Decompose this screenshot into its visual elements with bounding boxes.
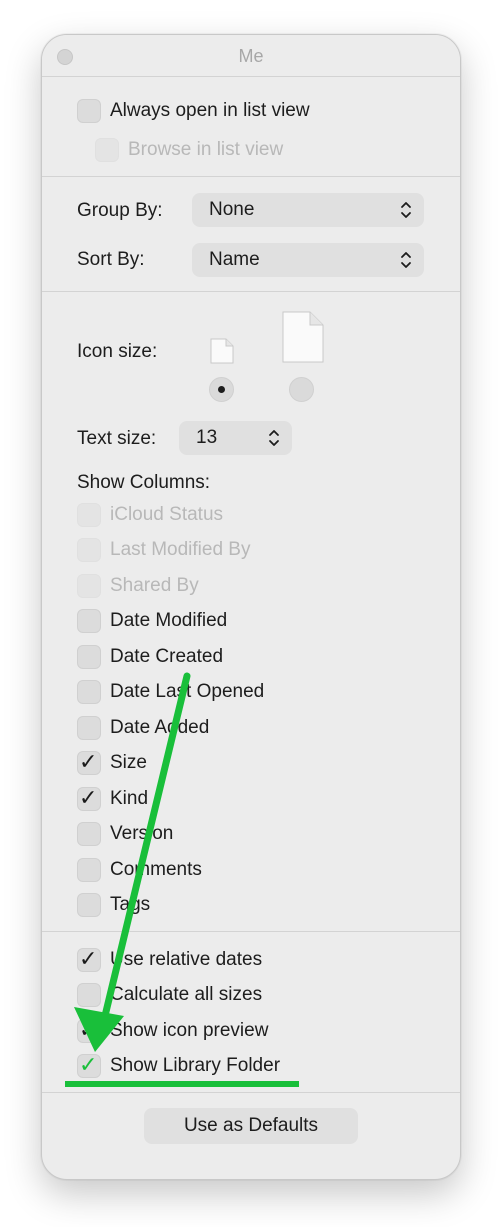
checkbox-box[interactable] [77, 503, 101, 527]
checkbox-label: Date Modified [110, 610, 228, 631]
checkbox-label: Show Library Folder [110, 1055, 281, 1076]
column-date-modified-checkbox[interactable]: Date Modified [77, 608, 227, 634]
show-columns-heading: Show Columns: [77, 472, 211, 493]
checkbox-label: Date Added [110, 717, 210, 738]
text-size-label: Text size: [77, 428, 157, 449]
sort-by-value: Name [209, 249, 260, 270]
view-options-window: Me Always open in list view Browse in li… [41, 34, 461, 1180]
column-date-created-checkbox[interactable]: Date Created [77, 644, 223, 670]
divider [42, 176, 460, 177]
divider [42, 291, 460, 292]
divider [42, 76, 460, 77]
radio-selected-dot [218, 386, 225, 393]
checkbox-label: Show icon preview [110, 1020, 269, 1041]
icon-size-small-radio[interactable] [209, 377, 234, 402]
checkbox-label: Date Last Opened [110, 681, 265, 702]
show-icon-preview-checkbox[interactable]: ✓ Show icon preview [77, 1017, 269, 1044]
checkbox-box[interactable]: ✓ [77, 749, 101, 775]
checkbox-box[interactable]: ✓ [77, 1017, 101, 1043]
checkbox-box[interactable] [77, 645, 101, 669]
checkbox-label: Version [110, 823, 174, 844]
checkbox-label: Browse in list view [128, 139, 284, 160]
checkmark-icon: ✓ [79, 785, 98, 810]
checkbox-label: Date Created [110, 646, 224, 667]
group-by-value: None [209, 199, 255, 220]
divider [42, 931, 460, 932]
column-date-added-checkbox[interactable]: Date Added [77, 715, 209, 741]
calculate-all-sizes-checkbox[interactable]: Calculate all sizes [77, 982, 262, 1008]
stage: Me Always open in list view Browse in li… [0, 0, 500, 1227]
column-last-modified-by-checkbox[interactable]: Last Modified By [77, 537, 250, 563]
chevron-up-down-icon [401, 202, 411, 218]
checkbox-label: Kind [110, 788, 149, 809]
column-date-last-opened-checkbox[interactable]: Date Last Opened [77, 679, 264, 705]
icon-size-label: Icon size: [77, 341, 158, 362]
always-open-list-checkbox[interactable]: Always open in list view [77, 98, 310, 124]
checkbox-box[interactable] [77, 574, 101, 598]
checkbox-label: Always open in list view [110, 100, 310, 121]
show-library-folder-checkbox[interactable]: ✓ Show Library Folder [77, 1052, 281, 1079]
checkbox-label: Shared By [110, 575, 199, 596]
sort-by-label: Sort By: [77, 249, 145, 270]
browse-list-checkbox[interactable]: Browse in list view [95, 137, 283, 163]
checkbox-box[interactable] [77, 858, 101, 882]
checkbox-label: Calculate all sizes [110, 984, 263, 1005]
use-relative-dates-checkbox[interactable]: ✓ Use relative dates [77, 946, 263, 973]
use-as-defaults-button[interactable]: Use as Defaults [144, 1108, 358, 1144]
checkbox-box[interactable] [77, 893, 101, 917]
window-title: Me [238, 46, 264, 66]
checkbox-box[interactable]: ✓ [77, 946, 101, 972]
divider [42, 1092, 460, 1093]
large-document-icon [282, 311, 324, 363]
checkmark-icon: ✓ [79, 946, 98, 971]
chevron-up-down-icon [269, 430, 279, 446]
checkmark-icon: ✓ [79, 1052, 98, 1077]
group-by-popup[interactable]: None [192, 193, 424, 227]
checkbox-box[interactable] [77, 680, 101, 704]
title-bar: Me [42, 35, 460, 76]
checkmark-icon: ✓ [79, 1017, 98, 1042]
text-size-value: 13 [196, 427, 218, 448]
column-kind-checkbox[interactable]: ✓ Kind [77, 785, 149, 812]
text-size-popup[interactable]: 13 [179, 421, 292, 455]
column-shared-by-checkbox[interactable]: Shared By [77, 573, 199, 599]
checkbox-label: iCloud Status [110, 504, 224, 525]
checkbox-box[interactable] [77, 99, 101, 123]
icon-size-large-radio[interactable] [289, 377, 314, 402]
checkbox-box[interactable] [77, 822, 101, 846]
checkmark-icon: ✓ [79, 749, 98, 774]
checkbox-box[interactable] [77, 538, 101, 562]
checkbox-box[interactable]: ✓ [77, 785, 101, 811]
checkbox-box[interactable] [77, 716, 101, 740]
checkbox-box[interactable] [77, 983, 101, 1007]
checkbox-box[interactable] [95, 138, 119, 162]
checkbox-box[interactable]: ✓ [77, 1052, 101, 1078]
small-document-icon [210, 338, 234, 364]
chevron-up-down-icon [401, 252, 411, 268]
checkbox-box[interactable] [77, 609, 101, 633]
column-comments-checkbox[interactable]: Comments [77, 857, 202, 883]
column-icloud-status-checkbox[interactable]: iCloud Status [77, 502, 223, 528]
checkbox-label: Comments [110, 859, 202, 880]
checkbox-label: Use relative dates [110, 949, 263, 970]
checkbox-label: Last Modified By [110, 539, 251, 560]
column-tags-checkbox[interactable]: Tags [77, 892, 150, 918]
column-size-checkbox[interactable]: ✓ Size [77, 749, 147, 776]
sort-by-popup[interactable]: Name [192, 243, 424, 277]
group-by-label: Group By: [77, 200, 163, 221]
column-version-checkbox[interactable]: Version [77, 821, 173, 847]
checkbox-label: Size [110, 752, 147, 773]
checkbox-label: Tags [110, 894, 151, 915]
